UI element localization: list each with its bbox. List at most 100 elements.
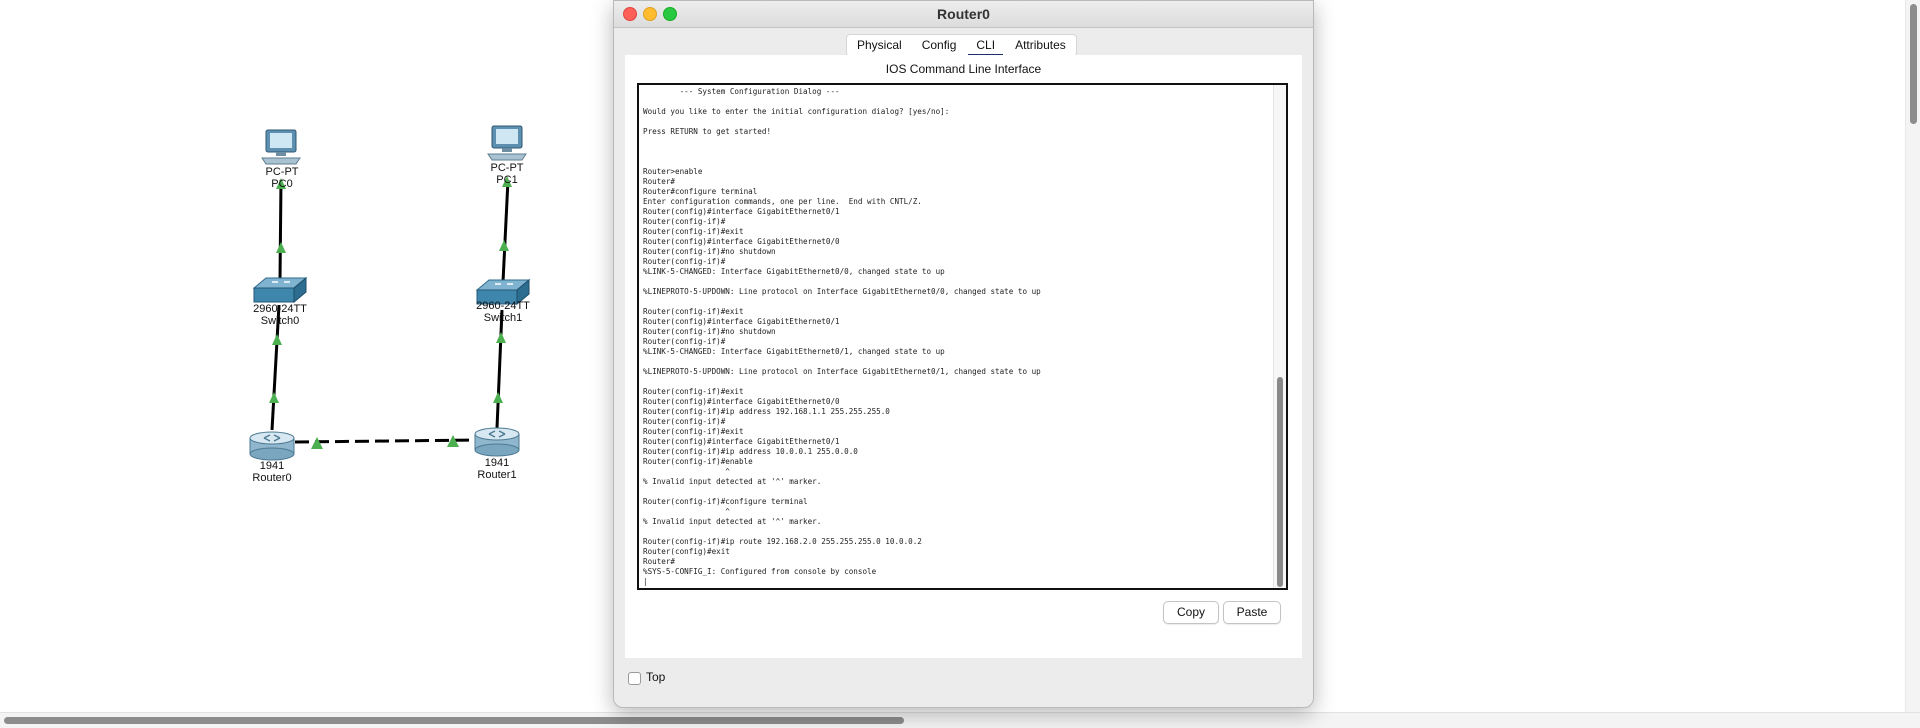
terminal-line: Router(config)#interface GigabitEthernet… xyxy=(643,207,840,216)
link-pc1-switch1[interactable] xyxy=(501,179,510,283)
terminal-line: Router(config-if)#configure terminal xyxy=(643,497,808,506)
device-name: Router1 xyxy=(477,469,517,481)
tab-attributes[interactable]: Attributes xyxy=(1005,35,1076,56)
terminal-line: ^ xyxy=(643,507,730,516)
terminal-line: Press RETURN to get started! xyxy=(643,127,772,136)
pc1-device[interactable] xyxy=(487,125,527,161)
link-up-indicator xyxy=(272,334,282,345)
terminal-line: %SYS-5-CONFIG_I: Configured from console… xyxy=(643,567,877,576)
device-model: 1941 xyxy=(259,460,285,472)
pc-icon xyxy=(261,129,301,165)
terminal-line: Router(config-if)#ip address 192.168.1.1… xyxy=(643,407,890,416)
vertical-scroll-thumb[interactable] xyxy=(1910,4,1917,124)
link-pc0-switch0[interactable] xyxy=(278,179,283,281)
link-switch1-router1[interactable] xyxy=(495,309,504,429)
router1-device[interactable] xyxy=(474,427,520,457)
tab-config[interactable]: Config xyxy=(912,35,967,56)
minimize-window-button[interactable] xyxy=(643,7,657,21)
pc1-label: PC-PT PC1 xyxy=(491,162,524,186)
workspace-vertical-scrollbar[interactable] xyxy=(1905,0,1920,712)
router-icon xyxy=(474,427,520,457)
terminal-line: Router# xyxy=(643,557,676,566)
terminal-line: Router(config-if)#enable xyxy=(643,457,753,466)
link-up-indicator xyxy=(493,392,503,403)
switch-icon xyxy=(252,276,308,304)
terminal-line: % Invalid input detected at '^' marker. xyxy=(643,517,822,526)
router0-window[interactable]: Router0 Physical Config CLI Attributes I… xyxy=(613,0,1314,708)
device-name: Switch0 xyxy=(260,315,300,327)
router0-device[interactable] xyxy=(249,431,295,461)
terminal-line: Router(config)#interface GigabitEthernet… xyxy=(643,317,840,326)
terminal-line: Router(config-if)#exit xyxy=(643,307,744,316)
switch0-label: 2960-24TT Switch0 xyxy=(253,303,307,327)
switch0-device[interactable] xyxy=(252,276,308,304)
cli-panel: IOS Command Line Interface --- System Co… xyxy=(625,55,1302,658)
cli-terminal[interactable]: --- System Configuration Dialog --- Woul… xyxy=(637,83,1288,590)
horizontal-scroll-thumb[interactable] xyxy=(4,717,904,724)
device-model: PC-PT xyxy=(490,162,524,174)
terminal-scrollbar[interactable] xyxy=(1273,85,1286,588)
link-up-indicator xyxy=(499,240,509,251)
terminal-line: Router(config-if)# xyxy=(643,257,726,266)
terminal-output[interactable]: --- System Configuration Dialog --- Woul… xyxy=(643,87,1041,587)
terminal-line: Would you like to enter the initial conf… xyxy=(643,107,950,116)
terminal-line: Router(config-if)#exit xyxy=(643,227,744,236)
router-icon xyxy=(249,431,295,461)
window-titlebar[interactable]: Router0 xyxy=(614,1,1313,28)
terminal-line: Router(config)#interface GigabitEthernet… xyxy=(643,437,840,446)
pc0-label: PC-PT PC0 xyxy=(266,166,299,190)
topology-canvas[interactable] xyxy=(0,0,600,712)
terminal-line: Router>enable xyxy=(643,167,703,176)
device-model: 1941 xyxy=(484,457,510,469)
terminal-line: | xyxy=(643,577,648,586)
router0-label: 1941 Router0 xyxy=(252,460,291,484)
terminal-line: Router(config-if)#exit xyxy=(643,427,744,436)
cli-header: IOS Command Line Interface xyxy=(885,62,1042,76)
device-model: 2960-24TT xyxy=(476,300,530,312)
pc0-device[interactable] xyxy=(261,129,301,165)
workspace-horizontal-scrollbar[interactable] xyxy=(0,712,1920,728)
top-checkbox[interactable] xyxy=(628,672,641,685)
device-name: Router0 xyxy=(252,472,292,484)
terminal-line: Router(config-if)# xyxy=(643,337,726,346)
copy-button[interactable]: Copy xyxy=(1163,601,1219,624)
terminal-scroll-thumb[interactable] xyxy=(1277,377,1283,587)
terminal-line: %LINK-5-CHANGED: Interface GigabitEthern… xyxy=(643,267,945,276)
terminal-line: Router#configure terminal xyxy=(643,187,758,196)
tab-cli[interactable]: CLI xyxy=(966,35,1005,58)
terminal-line: % Invalid input detected at '^' marker. xyxy=(643,477,822,486)
terminal-line: Router(config-if)#ip route 192.168.2.0 2… xyxy=(643,537,922,546)
paste-button[interactable]: Paste xyxy=(1223,601,1281,624)
device-name: PC1 xyxy=(496,174,518,186)
terminal-line: Router# xyxy=(643,177,676,186)
terminal-line: Router(config-if)#exit xyxy=(643,387,744,396)
terminal-line: %LINEPROTO-5-UPDOWN: Line protocol on In… xyxy=(643,367,1041,376)
router1-label: 1941 Router1 xyxy=(477,457,516,481)
device-name: Switch1 xyxy=(483,312,523,324)
terminal-line: %LINK-5-CHANGED: Interface GigabitEthern… xyxy=(643,347,945,356)
switch1-label: 2960-24TT Switch1 xyxy=(476,300,530,324)
tab-physical[interactable]: Physical xyxy=(847,35,912,56)
terminal-line: Router(config)#interface GigabitEthernet… xyxy=(643,237,840,246)
maximize-window-button[interactable] xyxy=(663,7,677,21)
terminal-line: ^ xyxy=(643,467,730,476)
terminal-line: Router(config-if)# xyxy=(643,217,726,226)
window-tabs: Physical Config CLI Attributes xyxy=(846,34,1077,58)
link-up-indicator xyxy=(276,242,286,253)
device-model: PC-PT xyxy=(265,166,299,178)
terminal-line: --- System Configuration Dialog --- xyxy=(643,87,840,96)
close-window-button[interactable] xyxy=(623,7,637,21)
pc-icon xyxy=(487,125,527,161)
terminal-line: Enter configuration commands, one per li… xyxy=(643,197,922,206)
